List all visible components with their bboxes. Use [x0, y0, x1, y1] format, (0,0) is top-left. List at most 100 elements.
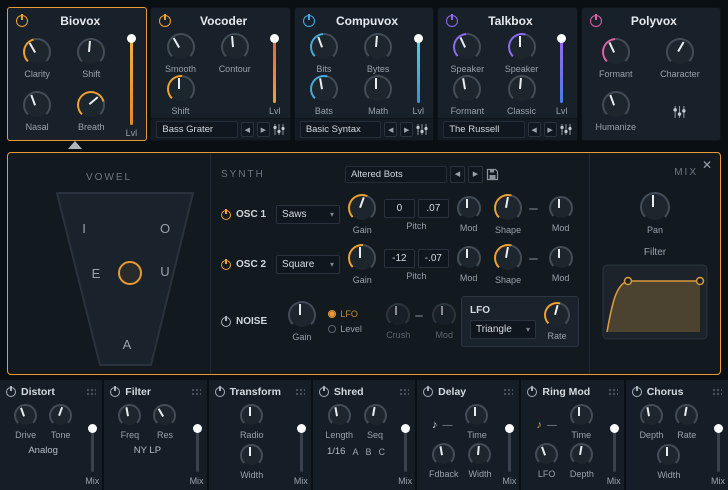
noise-power-icon[interactable]: [221, 317, 231, 327]
osc1-wave-select[interactable]: Saws▾: [276, 205, 340, 224]
humanize-knob[interactable]: Humanize: [595, 91, 636, 132]
osc2-pitch-mod-knob[interactable]: Mod: [450, 246, 487, 283]
note-icon[interactable]: ♪: [432, 419, 438, 431]
chorus-mix-slider[interactable]: [717, 426, 720, 472]
slider-thumb[interactable]: [414, 34, 423, 43]
ring-mod-mix-slider[interactable]: [613, 426, 616, 472]
delay-sync-toggle[interactable]: ♪ —: [432, 419, 453, 431]
contour-knob[interactable]: Contour: [219, 33, 251, 74]
polyvox-formant-knob[interactable]: Formant: [599, 38, 633, 79]
tone-knob[interactable]: Tone: [49, 404, 72, 440]
filter-type-selector[interactable]: NY LP: [106, 445, 188, 456]
module-polyvox[interactable]: Polyvox Formant Character Humanize: [581, 7, 721, 141]
compuvox-power-icon[interactable]: [303, 15, 315, 27]
biovox-power-icon[interactable]: [16, 15, 28, 27]
bits-knob[interactable]: Bits: [310, 33, 338, 74]
chorus-rate-knob[interactable]: Rate: [675, 404, 698, 440]
vowel-pad[interactable]: I O E U A: [12, 185, 212, 373]
ring-mod-sync-toggle[interactable]: ♪ —: [536, 419, 557, 431]
delay-power-icon[interactable]: [423, 387, 433, 397]
delay-time-knob[interactable]: Time: [465, 404, 488, 440]
mixer-icon[interactable]: [273, 124, 285, 135]
noise-gain-knob[interactable]: Gain: [283, 301, 320, 342]
distort-mix-slider[interactable]: [91, 426, 94, 472]
noise-mod-knob[interactable]: Mod: [427, 303, 461, 340]
chorus-power-icon[interactable]: [632, 387, 642, 397]
seq-knob[interactable]: Seq: [364, 404, 387, 440]
vocoder-shift-knob[interactable]: Shift: [167, 75, 195, 116]
ring-mod-power-icon[interactable]: [527, 387, 537, 397]
talkbox-preset-field[interactable]: The Russell: [443, 121, 524, 138]
classic-knob[interactable]: Classic: [507, 75, 536, 116]
filter-node[interactable]: [697, 278, 704, 285]
nasal-knob[interactable]: Nasal: [23, 91, 51, 132]
osc1-pitch-mod-knob[interactable]: Mod: [450, 196, 487, 233]
pan-knob[interactable]: Pan: [640, 192, 670, 235]
drag-handle-icon[interactable]: [398, 387, 409, 397]
next-synth-preset-button[interactable]: ▶: [468, 166, 483, 183]
slider-thumb[interactable]: [557, 34, 566, 43]
synth-preset-field[interactable]: Altered Bots: [345, 166, 447, 183]
radio-knob[interactable]: Radio: [240, 404, 264, 440]
mixer-icon[interactable]: [673, 106, 686, 118]
speaker-knob-2[interactable]: Speaker: [505, 33, 539, 74]
drag-handle-icon[interactable]: [85, 387, 96, 397]
prev-synth-preset-button[interactable]: ◀: [450, 166, 465, 183]
filter-power-icon[interactable]: [110, 387, 120, 397]
vocoder-preset-field[interactable]: Bass Grater: [156, 121, 237, 138]
vowel-cursor[interactable]: [119, 262, 141, 284]
compuvox-preset-field[interactable]: Basic Syntax: [300, 121, 381, 138]
save-icon[interactable]: [486, 168, 499, 181]
shred-power-icon[interactable]: [319, 387, 329, 397]
lfo-wave-select[interactable]: Triangle▾: [470, 320, 536, 339]
pitch-coarse-field[interactable]: 0: [384, 199, 415, 218]
speaker-knob-1[interactable]: Speaker: [451, 33, 485, 74]
next-preset-button[interactable]: ▶: [544, 122, 557, 137]
delay-mix-slider[interactable]: [508, 426, 511, 472]
pitch-fine-field[interactable]: -.07: [418, 249, 449, 268]
filter-mix-slider[interactable]: [196, 426, 199, 472]
shift-knob[interactable]: Shift: [77, 38, 105, 79]
prev-preset-button[interactable]: ◀: [528, 122, 541, 137]
clarity-knob[interactable]: Clarity: [23, 38, 51, 79]
osc2-power-icon[interactable]: [221, 260, 231, 270]
shred-seq-b[interactable]: B: [365, 447, 371, 457]
freq-knob[interactable]: Freq: [118, 404, 141, 440]
breath-knob[interactable]: Breath: [77, 91, 105, 132]
math-knob[interactable]: Math: [364, 75, 392, 116]
osc2-wave-select[interactable]: Square▾: [276, 255, 340, 274]
prev-preset-button[interactable]: ◀: [384, 122, 397, 137]
shred-division-selector[interactable]: 1/16: [327, 446, 346, 457]
drag-handle-icon[interactable]: [711, 387, 722, 397]
res-knob[interactable]: Res: [153, 404, 176, 440]
filter-node[interactable]: [625, 278, 632, 285]
osc1-shape-mod-knob[interactable]: Mod: [542, 196, 579, 233]
bytes-knob[interactable]: Bytes: [364, 33, 392, 74]
osc1-shape-knob[interactable]: Shape: [487, 194, 529, 235]
fdback-knob[interactable]: Fdback: [429, 443, 459, 479]
osc1-gain-knob[interactable]: Gain: [342, 194, 382, 235]
pitch-coarse-field[interactable]: -12: [384, 249, 415, 268]
biovox-level-slider[interactable]: Lvl: [118, 30, 144, 140]
talkbox-level-slider[interactable]: Lvl: [549, 30, 575, 118]
note-icon[interactable]: ♪: [536, 419, 542, 431]
module-vocoder[interactable]: Vocoder Smooth Contour Shift: [150, 7, 290, 141]
length-knob[interactable]: Length: [325, 404, 353, 440]
mixer-icon[interactable]: [416, 124, 428, 135]
pitch-fine-field[interactable]: .07: [418, 199, 449, 218]
slider-thumb[interactable]: [270, 34, 279, 43]
talkbox-power-icon[interactable]: [446, 15, 458, 27]
distort-power-icon[interactable]: [6, 387, 16, 397]
vocoder-level-slider[interactable]: Lvl: [262, 30, 288, 118]
bats-knob[interactable]: Bats: [310, 75, 338, 116]
mixer-icon[interactable]: [560, 124, 572, 135]
osc2-pitch-control[interactable]: -12 -.07 Pitch: [382, 249, 450, 281]
chorus-depth-knob[interactable]: Depth: [639, 404, 663, 440]
drag-handle-icon[interactable]: [190, 387, 201, 397]
delay-width-knob[interactable]: Width: [468, 443, 491, 479]
drag-handle-icon[interactable]: [607, 387, 618, 397]
formant-knob[interactable]: Formant: [451, 75, 485, 116]
prev-preset-button[interactable]: ◀: [241, 122, 254, 137]
drag-handle-icon[interactable]: [502, 387, 513, 397]
osc2-gain-knob[interactable]: Gain: [342, 244, 382, 285]
